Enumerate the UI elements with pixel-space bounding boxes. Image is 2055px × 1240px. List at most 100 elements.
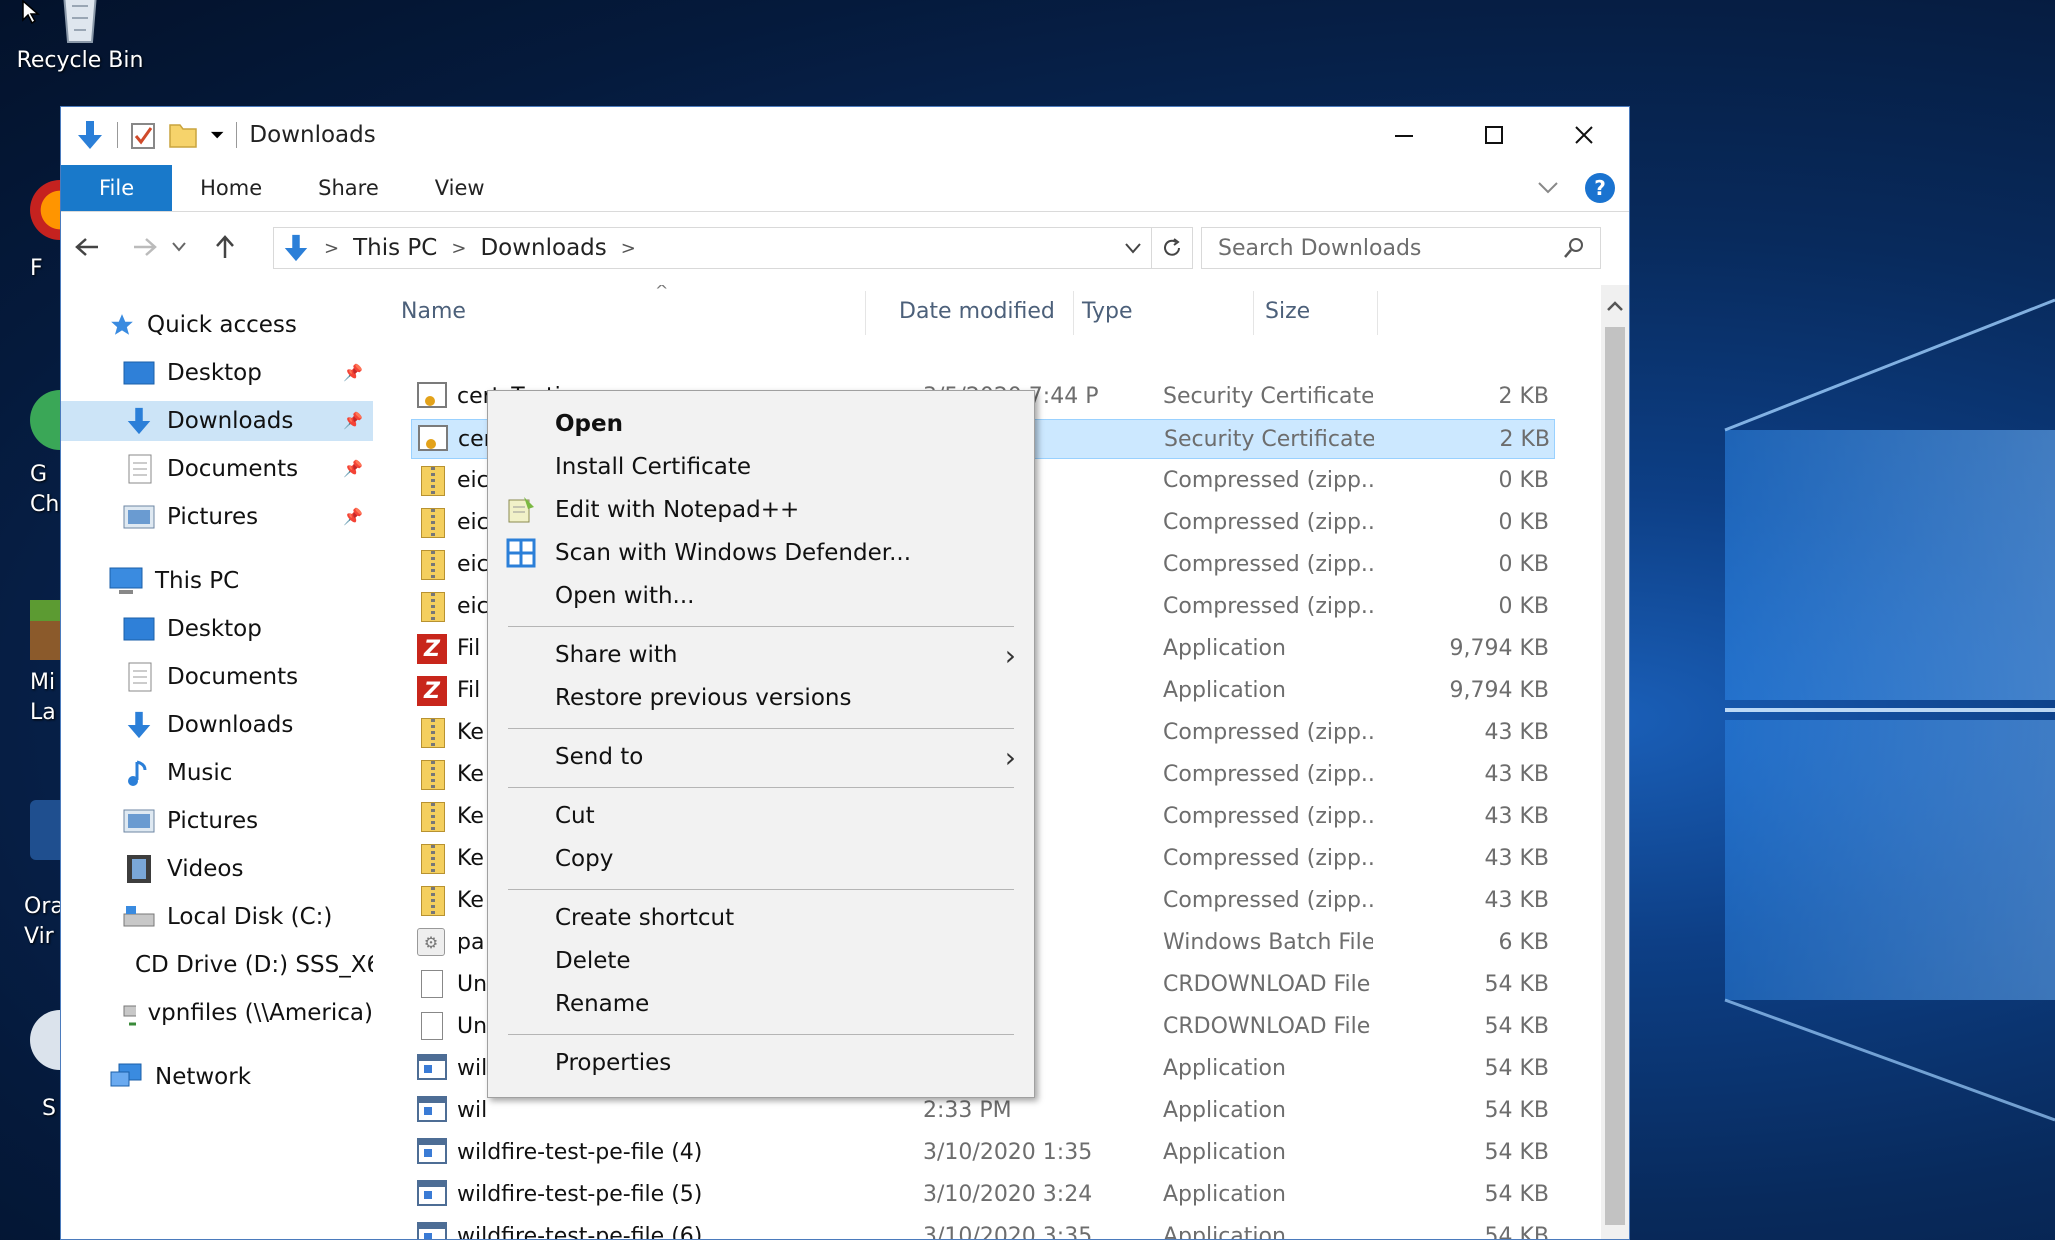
properties-checkbox-icon[interactable] [130, 120, 156, 150]
scrollbar-thumb[interactable] [1605, 327, 1625, 1225]
column-divider[interactable] [1073, 291, 1074, 335]
desktop-shortcut-minecraft[interactable]: Mi La [30, 600, 60, 727]
nav-network-drive-vpnfiles[interactable]: vpnfiles (\\America) [123, 993, 373, 1033]
menu-item-share-with[interactable]: Share with › [488, 634, 1034, 676]
address-history-dropdown[interactable] [1115, 228, 1151, 268]
nav-this-pc[interactable]: This PC [109, 561, 239, 601]
scroll-up-arrow-icon[interactable] [1601, 291, 1629, 321]
menu-item-edit-with-notepad[interactable]: Edit with Notepad++ [488, 489, 1034, 531]
nav-local-disk-c[interactable]: Local Disk (C:) [123, 897, 332, 937]
desktop-shortcut-unknown[interactable]: S [30, 1010, 60, 1124]
menu-item-install-certificate[interactable]: Install Certificate [488, 446, 1034, 488]
caption-buttons [1359, 107, 1629, 163]
menu-item-delete[interactable]: Delete [488, 940, 1034, 982]
menu-item-restore-previous-versions[interactable]: Restore previous versions [488, 677, 1034, 719]
menu-item-open-with[interactable]: Open with... [488, 575, 1034, 617]
breadcrumb-downloads[interactable]: Downloads [480, 235, 606, 261]
shortcut-icon [30, 1010, 60, 1070]
pin-icon[interactable]: 📌 [343, 507, 363, 526]
customize-toolbar-icon[interactable]: ⏷ [210, 125, 224, 146]
nav-network[interactable]: Network [109, 1057, 251, 1097]
back-button[interactable] [67, 227, 107, 267]
film-strip-icon [127, 855, 151, 883]
file-type: Application [1163, 1140, 1286, 1165]
menu-item-send-to[interactable]: Send to › [488, 736, 1034, 778]
file-type-icon-cell [417, 592, 449, 622]
breadcrumb-this-pc[interactable]: This PC [353, 235, 437, 261]
column-header-name[interactable]: Name [401, 285, 466, 337]
column-divider[interactable] [1253, 291, 1254, 335]
nav-quick-pictures[interactable]: Pictures [123, 497, 258, 537]
nav-quick-documents[interactable]: Documents [123, 449, 298, 489]
menu-item-scan-with-windows-defender[interactable]: Scan with Windows Defender... [488, 532, 1034, 574]
menu-item-properties[interactable]: Properties [488, 1042, 1034, 1084]
download-arrow-icon[interactable] [75, 119, 105, 151]
column-header-type[interactable]: Type [1082, 285, 1133, 337]
desktop-shortcut-virtualbox[interactable]: Ora Vir [24, 800, 64, 951]
application-icon [417, 1138, 447, 1164]
file-row[interactable]: wildfire-test-pe-file (6) 3/10/2020 3:35 … [411, 1217, 1555, 1239]
nav-pc-videos[interactable]: Videos [123, 849, 243, 889]
column-header-date[interactable]: Date modified [899, 285, 1055, 337]
menu-item-cut[interactable]: Cut [488, 795, 1034, 837]
new-folder-icon[interactable] [168, 121, 198, 149]
menu-item-label: Open [555, 411, 623, 437]
breadcrumb-separator[interactable]: > [621, 238, 636, 259]
forward-button[interactable] [125, 227, 165, 267]
close-button[interactable] [1539, 107, 1629, 163]
file-row[interactable]: wildfire-test-pe-file (5) 3/10/2020 3:24 … [411, 1175, 1555, 1215]
desktop-shortcut-chrome[interactable]: G Ch [30, 390, 60, 519]
file-row[interactable]: wildfire-test-pe-file (4) 3/10/2020 1:35 … [411, 1133, 1555, 1173]
nav-quick-desktop[interactable]: Desktop [123, 353, 262, 393]
nav-pc-desktop[interactable]: Desktop [123, 609, 262, 649]
nav-pc-downloads[interactable]: Downloads [123, 705, 293, 745]
nav-pc-music[interactable]: Music [123, 753, 232, 793]
tab-home[interactable]: Home [172, 165, 290, 211]
pin-icon[interactable]: 📌 [343, 363, 363, 382]
tab-share[interactable]: Share [290, 165, 407, 211]
nav-quick-downloads[interactable]: Downloads [61, 401, 373, 441]
nav-pc-pictures[interactable]: Pictures [123, 801, 258, 841]
column-header-size[interactable]: Size [1265, 285, 1310, 337]
column-divider[interactable] [1377, 291, 1378, 335]
recent-locations-button[interactable] [165, 227, 193, 267]
file-type-icon-cell [417, 802, 449, 832]
desktop-shortcut-firefox[interactable]: F [30, 180, 60, 284]
menu-item-rename[interactable]: Rename [488, 983, 1034, 1025]
forward-arrow-icon [134, 238, 157, 256]
pin-icon[interactable]: 📌 [343, 411, 363, 430]
tab-view[interactable]: View [407, 165, 513, 211]
file-type: Security Certificate [1163, 384, 1373, 409]
filezilla-icon: Z [417, 676, 447, 706]
expand-ribbon-chevron-icon[interactable] [1537, 181, 1559, 195]
help-button[interactable]: ? [1585, 173, 1615, 203]
file-size: 43 KB [1484, 762, 1549, 787]
zip-folder-icon [421, 508, 445, 538]
maximize-button[interactable] [1449, 107, 1539, 163]
search-box[interactable]: Search Downloads [1201, 227, 1601, 269]
menu-item-copy[interactable]: Copy [488, 838, 1034, 880]
tab-file[interactable]: File [61, 165, 173, 211]
file-size: 54 KB [1484, 1014, 1549, 1039]
file-name: wil [457, 1098, 488, 1123]
vertical-scrollbar[interactable] [1601, 285, 1629, 1239]
title-bar[interactable]: ⏷ Downloads [61, 107, 1629, 163]
refresh-button[interactable] [1151, 228, 1192, 268]
menu-item-open[interactable]: Open [488, 403, 1034, 445]
recycle-bin-label: Recycle Bin [16, 48, 144, 73]
pin-icon[interactable]: 📌 [343, 459, 363, 478]
nav-quick-access[interactable]: Quick access [109, 305, 297, 345]
minimize-button[interactable] [1359, 107, 1449, 163]
desktop-folder-icon [123, 617, 155, 641]
blank-document-icon [421, 1012, 443, 1040]
menu-item-create-shortcut[interactable]: Create shortcut [488, 897, 1034, 939]
nav-cd-drive-d[interactable]: CD Drive (D:) SSS_X6 [123, 945, 373, 985]
navigation-pane: Quick access Desktop 📌 Downloads 📌 Docum… [61, 285, 377, 1239]
up-button[interactable] [205, 227, 245, 267]
nav-pc-documents[interactable]: Documents [123, 657, 298, 697]
address-bar[interactable]: > This PC > Downloads > [273, 227, 1193, 269]
column-divider[interactable] [865, 291, 866, 335]
file-type-icon-cell [417, 760, 449, 790]
file-size: 54 KB [1484, 1224, 1549, 1239]
zip-folder-icon [421, 592, 445, 622]
